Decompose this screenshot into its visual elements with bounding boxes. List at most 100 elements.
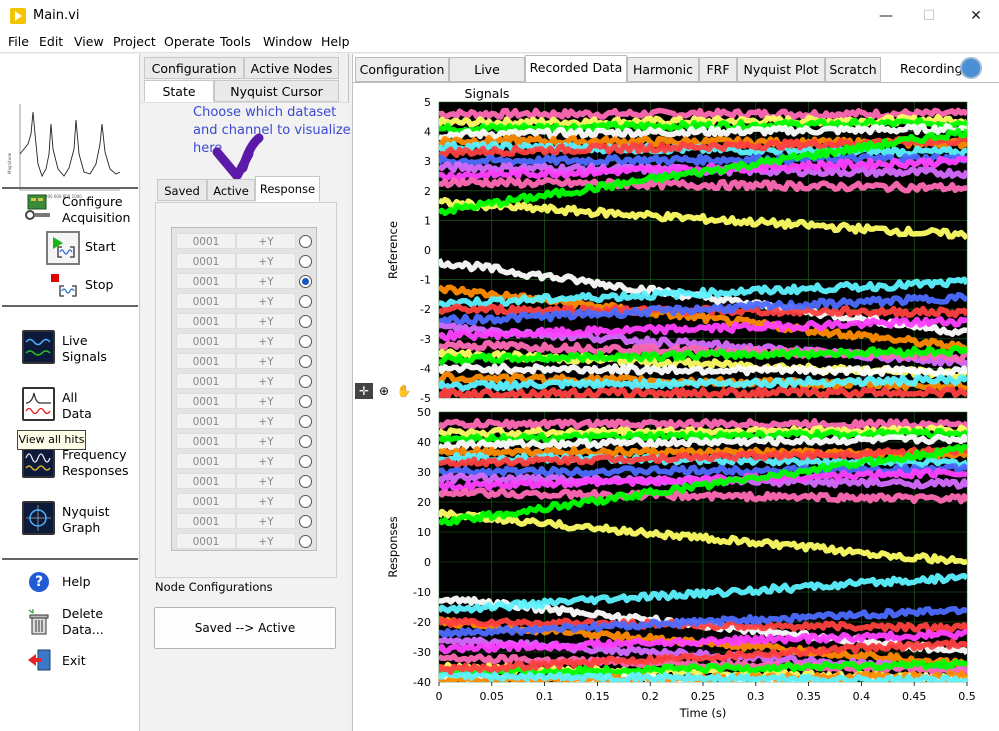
all-data-icon[interactable]	[22, 387, 55, 421]
menu-project[interactable]: Project	[113, 34, 156, 49]
channel-row[interactable]: 0001 +Y	[176, 291, 314, 311]
configure-acquisition-label[interactable]: Configure Acquisition	[62, 194, 130, 226]
tab-live-signals[interactable]: Live Signals	[449, 57, 525, 101]
tab-state[interactable]: State	[144, 80, 214, 102]
tab-active[interactable]: Active	[207, 179, 255, 201]
exit-label[interactable]: Exit	[62, 653, 86, 669]
channel-row[interactable]: 0001 +Y	[176, 471, 314, 491]
channel-row[interactable]: 0001 +Y	[176, 371, 314, 391]
y-tick-label: 3	[424, 155, 431, 168]
menu-window[interactable]: Window	[263, 34, 312, 49]
node-id-cell: 0001	[176, 533, 236, 549]
stop-button[interactable]	[50, 272, 80, 302]
x-tick-label: 0.5	[958, 690, 976, 703]
channel-row[interactable]: 0001 +Y	[176, 511, 314, 531]
channel-row[interactable]: 0001 +Y	[176, 451, 314, 471]
stop-icon	[51, 274, 77, 297]
menu-edit[interactable]: Edit	[39, 34, 63, 49]
close-button[interactable]: ✕	[953, 0, 999, 33]
start-label[interactable]: Start	[85, 239, 116, 255]
channel-row[interactable]: 0001 +Y	[176, 331, 314, 351]
y-tick-label: -4	[420, 362, 431, 375]
tab-recorded-data[interactable]: Recorded Data	[525, 55, 627, 83]
channel-radio-button[interactable]	[299, 415, 312, 428]
tab-harmonic[interactable]: Harmonic	[627, 57, 699, 82]
menu-tools[interactable]: Tools	[220, 34, 251, 49]
help-label[interactable]: Help	[62, 574, 91, 590]
channel-radio-button[interactable]	[299, 535, 312, 548]
tab-frf[interactable]: FRF	[699, 57, 737, 82]
direction-cell: +Y	[236, 293, 296, 309]
direction-cell: +Y	[236, 433, 296, 449]
help-icon[interactable]: ?	[29, 572, 49, 592]
channel-radio-button[interactable]	[299, 495, 312, 508]
y-tick-label: 20	[417, 496, 431, 509]
saved-to-active-button[interactable]: Saved --> Active	[154, 607, 336, 649]
x-tick-label: 0	[436, 690, 443, 703]
channel-radio-button[interactable]	[299, 515, 312, 528]
channel-radio-button[interactable]	[299, 255, 312, 268]
live-signals-icon[interactable]	[22, 330, 55, 364]
channel-row[interactable]: 0001 +Y	[176, 351, 314, 371]
channel-radio-button[interactable]	[299, 475, 312, 488]
tab-saved[interactable]: Saved	[157, 179, 207, 201]
channel-radio-button[interactable]	[299, 295, 312, 308]
channel-row[interactable]: 0001 +Y	[176, 311, 314, 331]
tab-configuration-right[interactable]: Configuration	[355, 57, 449, 82]
tab-nyquist-plot[interactable]: Nyquist Plot	[737, 57, 825, 82]
channel-radio-button[interactable]	[299, 335, 312, 348]
menu-help[interactable]: Help	[321, 34, 350, 49]
live-signals-label[interactable]: Live Signals	[62, 333, 107, 365]
direction-cell: +Y	[236, 273, 296, 289]
tab-configuration[interactable]: Configuration	[144, 57, 244, 79]
channel-row[interactable]: 0001 +Y	[176, 431, 314, 451]
menu-view[interactable]: View	[74, 34, 104, 49]
delete-data-icon[interactable]	[27, 608, 51, 636]
channel-row[interactable]: 0001 +Y	[176, 411, 314, 431]
y-tick-label: -30	[413, 646, 431, 659]
channel-row[interactable]: 0001 +Y	[176, 271, 314, 291]
channel-radio-button[interactable]	[299, 315, 312, 328]
channel-radio-button[interactable]	[299, 275, 312, 288]
configure-acquisition-icon[interactable]	[22, 194, 52, 222]
node-id-cell: 0001	[176, 373, 236, 389]
channel-radio-button[interactable]	[299, 355, 312, 368]
channel-row[interactable]: 0001 +Y	[176, 531, 314, 551]
channel-row[interactable]: 0001 +Y	[176, 491, 314, 511]
tab-response[interactable]: Response	[255, 176, 320, 202]
channel-radio-button[interactable]	[299, 235, 312, 248]
cursor-tool-icon[interactable]: ✛	[355, 383, 373, 399]
delete-data-label[interactable]: Delete Data...	[62, 606, 104, 638]
minimize-button[interactable]: —	[863, 0, 909, 33]
channel-radio-button[interactable]	[299, 435, 312, 448]
channel-radio-button[interactable]	[299, 395, 312, 408]
tab-scratch[interactable]: Scratch	[825, 57, 881, 82]
y-tick-label: 40	[417, 436, 431, 449]
menu-file[interactable]: File	[8, 34, 29, 49]
all-data-label[interactable]: All Data	[62, 390, 92, 422]
channel-row[interactable]: 0001 +Y	[176, 231, 314, 251]
tab-active-nodes[interactable]: Active Nodes	[244, 57, 339, 79]
channel-radio-button[interactable]	[299, 455, 312, 468]
x-tick-label: 0.05	[480, 690, 505, 703]
nyquist-graph-icon[interactable]	[22, 501, 55, 535]
y-axis-label: Responses	[386, 516, 400, 577]
channel-row[interactable]: 0001 +Y	[176, 391, 314, 411]
node-id-cell: 0001	[176, 493, 236, 509]
menu-operate[interactable]: Operate	[164, 34, 215, 49]
stop-label[interactable]: Stop	[85, 277, 113, 293]
channel-row[interactable]: 0001 +Y	[176, 251, 314, 271]
maximize-button[interactable]: ☐	[906, 0, 952, 33]
channel-radio-button[interactable]	[299, 375, 312, 388]
direction-cell: +Y	[236, 533, 296, 549]
direction-cell: +Y	[236, 313, 296, 329]
frequency-responses-label[interactable]: Frequency Responses	[62, 447, 129, 479]
direction-cell: +Y	[236, 353, 296, 369]
exit-icon[interactable]	[27, 648, 53, 672]
nyquist-graph-label[interactable]: Nyquist Graph	[62, 504, 110, 536]
y-tick-label: 1	[424, 214, 431, 227]
start-button[interactable]	[46, 231, 80, 265]
tab-nyquist-cursor[interactable]: Nyquist Cursor	[214, 80, 339, 102]
pan-hand-icon[interactable]: ✋	[395, 383, 413, 399]
zoom-tool-icon[interactable]: ⊕	[375, 383, 393, 399]
